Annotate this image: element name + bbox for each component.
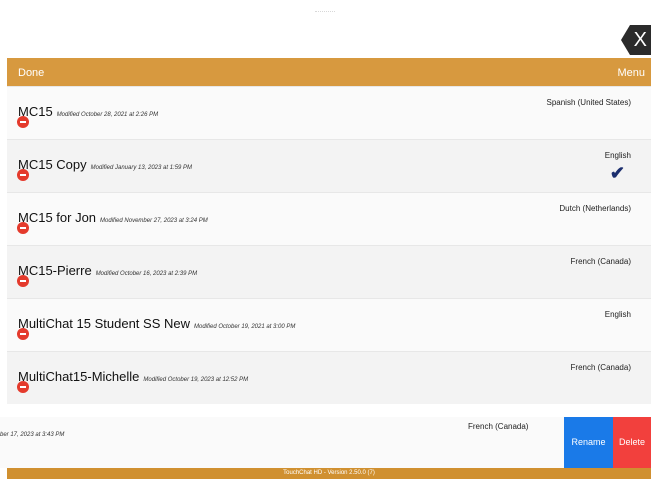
menu-button[interactable]: Menu [617,67,645,79]
vocab-modified: Modified October 19, 2021 at 3:00 PM [193,324,296,330]
vocab-language: French (Canada) [570,257,631,266]
checkmark-icon: ✔ [609,163,625,183]
sheet-grabber[interactable] [315,11,335,16]
delete-minus-icon[interactable] [17,275,29,287]
vocab-language: French (Canada) [570,363,631,372]
vocab-name: MC15 for Jon [18,210,97,225]
vocab-name: MultiChat 15 Student SS New [18,316,190,331]
vocab-modified: Modified October 28, 2021 at 2:26 PM [56,112,159,118]
list-item[interactable]: MC15 Modified October 28, 2021 at 2:26 PM… [7,86,651,139]
vocab-language: French (Canada) [468,422,529,431]
rename-button[interactable]: Rename [564,417,613,468]
vocab-name: MC15-Pierre [18,263,92,278]
list-item[interactable]: MC15 for Jon Modified November 27, 2023 a… [7,192,651,245]
list-item[interactable]: MultiChat 15 Student SS New Modified Octo… [7,298,651,351]
vocab-language: English [604,310,631,319]
version-footer: TouchChat HD - Version 2.50.0 (7) [7,468,651,479]
list-item[interactable]: MultiChat15-Michelle Modified October 19,… [7,351,651,404]
vocab-modified: Modified November 27, 2023 at 3:24 PM [100,218,208,224]
delete-minus-icon[interactable] [17,222,29,234]
list-item[interactable]: MC15-Pierre Modified October 16, 2023 at … [7,245,651,298]
done-button[interactable]: Done [18,67,44,79]
close-button[interactable]: X [621,25,651,55]
delete-button[interactable]: Delete [613,417,651,468]
vocab-name: MultiChat15-Michelle [18,369,140,384]
vocab-language: English [604,151,631,160]
delete-minus-icon[interactable] [17,381,29,393]
vocab-modified: Modified October 16, 2023 at 2:39 PM [95,271,198,277]
vocabulary-list: MC15 Modified October 28, 2021 at 2:26 PM… [7,86,651,404]
swiped-list-item[interactable]: ber 17, 2023 at 3:43 PM French (Canada) [0,417,651,468]
vocab-language: Dutch (Netherlands) [559,204,631,213]
vocab-manager: X Done Menu MC15 Modified October 28, 202… [0,0,651,493]
vocab-modified: Modified October 19, 2023 at 12:52 PM [143,377,249,383]
vocab-name: MC15 Copy [18,157,87,172]
vocab-language: Spanish (United States) [546,98,632,107]
top-bar: Done Menu [7,58,651,86]
vocab-modified: Modified January 13, 2023 at 1:59 PM [90,165,193,171]
list-item[interactable]: MC15 Copy Modified January 13, 2023 at 1:… [7,139,651,192]
delete-minus-icon[interactable] [17,116,29,128]
vocab-modified: ber 17, 2023 at 3:43 PM [0,432,65,438]
delete-minus-icon[interactable] [17,169,29,181]
delete-minus-icon[interactable] [17,328,29,340]
